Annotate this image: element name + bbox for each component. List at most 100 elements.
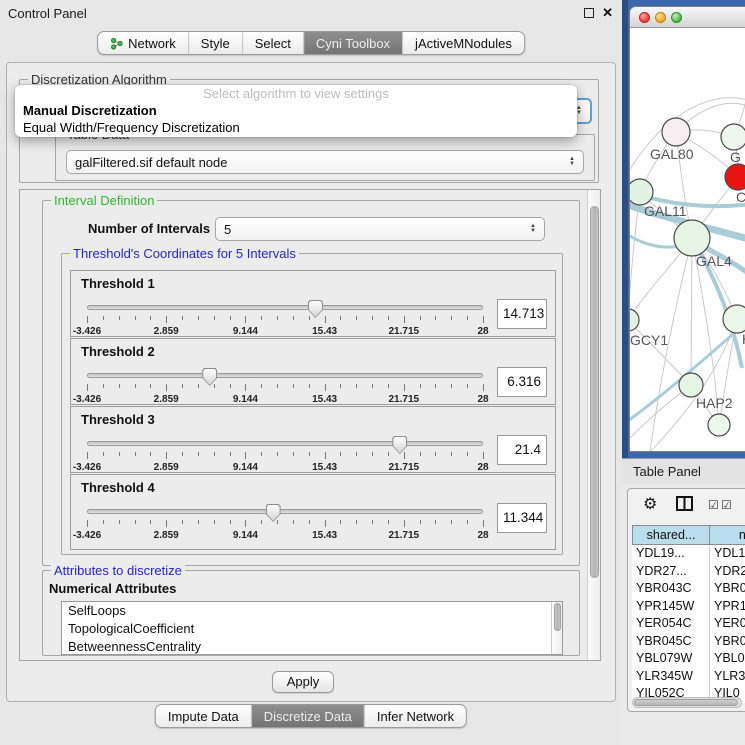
threshold-slider[interactable]: -3.4262.8599.14415.4321.71528 <box>87 299 483 339</box>
tick-label: 15.43 <box>312 326 337 337</box>
tick-label: 28 <box>477 462 488 473</box>
tick-mark <box>150 316 151 320</box>
checkbox-icon[interactable]: ☑ <box>721 498 732 512</box>
zoom-traffic-light-icon[interactable] <box>671 12 682 23</box>
slider-track[interactable] <box>87 373 483 378</box>
network-node[interactable] <box>708 414 730 436</box>
table-row[interactable]: YPR145WYPR1 <box>632 598 745 616</box>
threshold-label: Threshold 3 <box>81 412 155 427</box>
tick-mark <box>166 316 167 323</box>
tick-mark <box>182 316 183 320</box>
close-icon[interactable]: ✕ <box>602 5 613 21</box>
network-canvas[interactable]: GAL80GCGAL11GAL4GCY1HHAP2 <box>630 28 745 452</box>
network-node-hap2[interactable] <box>679 373 703 397</box>
network-node-gal80[interactable] <box>662 118 690 146</box>
slider-track[interactable] <box>87 509 483 514</box>
network-node-gal11[interactable] <box>630 179 653 205</box>
tab-style[interactable]: Style <box>188 32 242 54</box>
attribute-list-item[interactable]: BetweennessCentrality <box>62 638 562 655</box>
network-node-gcy1[interactable] <box>630 309 639 331</box>
tick-mark <box>293 520 294 524</box>
tick-mark <box>277 384 278 388</box>
threshold-slider[interactable]: -3.4262.8599.14415.4321.71528 <box>87 435 483 475</box>
tab-cyni-toolbox[interactable]: Cyni Toolbox <box>303 32 402 54</box>
node-table[interactable]: shared...nameYDL19...YDL1YDR27...YDR2YBR… <box>632 525 745 703</box>
list-scrollbar[interactable] <box>551 602 562 654</box>
tick-mark <box>420 452 421 456</box>
split-columns-icon[interactable] <box>676 496 693 514</box>
column-header[interactable]: name <box>710 525 745 545</box>
table-row[interactable]: YDL19...YDL1 <box>632 545 745 563</box>
table-panel-title: Table Panel <box>633 464 701 479</box>
panel-title: Control Panel <box>8 6 87 21</box>
network-window-titlebar[interactable] <box>630 7 745 28</box>
attribute-list-item[interactable]: SelfLoops <box>62 602 562 620</box>
tick-mark <box>388 384 389 388</box>
tick-label: -3.426 <box>73 530 101 541</box>
table-cell: YDL19... <box>632 545 710 563</box>
settings-scrollpane: Interval Definition Number of Intervals … <box>19 189 601 661</box>
scrollbar-thumb[interactable] <box>590 206 599 578</box>
algorithm-option[interactable]: Manual Discretization <box>15 102 577 119</box>
scrollbar-thumb[interactable] <box>634 699 738 706</box>
tick-mark <box>420 384 421 388</box>
table-row[interactable]: YLR345WYLR3 <box>632 668 745 686</box>
checkbox-icon[interactable]: ☑ <box>708 498 719 512</box>
tab-jactivemnodules[interactable]: jActiveMNodules <box>402 32 524 54</box>
threshold-value-field[interactable]: 11.344 <box>497 503 547 533</box>
slider-track[interactable] <box>87 441 483 446</box>
vertical-scrollbar[interactable] <box>587 190 600 660</box>
table-row[interactable]: YDR27...YDR2 <box>632 563 745 581</box>
threshold-value-field[interactable]: 6.316 <box>497 367 547 397</box>
tick-mark <box>87 452 88 459</box>
tick-mark <box>388 520 389 524</box>
network-edge <box>630 320 691 385</box>
tick-mark <box>245 452 246 459</box>
tick-label: -3.426 <box>73 462 101 473</box>
network-node-gal4[interactable] <box>674 220 710 256</box>
apply-button[interactable]: Apply <box>272 671 334 693</box>
tab-infer-network[interactable]: Infer Network <box>364 705 466 727</box>
tab-impute-data[interactable]: Impute Data <box>156 705 251 727</box>
tick-mark <box>388 452 389 456</box>
threshold-value-field[interactable]: 14.713 <box>497 299 547 329</box>
table-row[interactable]: YER054CYER0 <box>632 615 745 633</box>
network-node-c[interactable] <box>725 164 745 190</box>
tick-mark <box>325 384 326 391</box>
network-node-g[interactable] <box>721 124 745 150</box>
algorithm-option[interactable]: Equal Width/Frequency Discretization <box>15 119 577 136</box>
close-traffic-light-icon[interactable] <box>639 12 650 23</box>
threshold-slider[interactable]: -3.4262.8599.14415.4321.71528 <box>87 503 483 543</box>
tick-mark <box>309 316 310 320</box>
table-cell: YLR345W <box>632 668 710 686</box>
threshold-value-field[interactable]: 21.4 <box>497 435 547 465</box>
tick-mark <box>166 384 167 391</box>
num-intervals-combobox[interactable]: 5 ▲▼ <box>215 217 545 241</box>
table-row[interactable]: YBL079WYBL0 <box>632 650 745 668</box>
slider-track[interactable] <box>87 305 483 310</box>
gear-icon[interactable]: ⚙ <box>643 494 657 514</box>
network-node-h[interactable] <box>723 305 745 333</box>
tab-network[interactable]: Network <box>98 32 188 54</box>
table-data-combobox[interactable]: galFiltered.sif default node ▲▼ <box>66 150 584 174</box>
tick-mark <box>198 452 199 456</box>
column-header[interactable]: shared... <box>632 525 710 545</box>
attribute-list-item[interactable]: TopologicalCoefficient <box>62 620 562 638</box>
attributes-group: Attributes to discretize Numerical Attri… <box>42 570 580 656</box>
scrollbar-thumb[interactable] <box>554 603 561 631</box>
slider-ticks <box>87 520 483 528</box>
tick-mark <box>214 316 215 320</box>
tick-mark <box>451 384 452 388</box>
threshold-slider[interactable]: -3.4262.8599.14415.4321.71528 <box>87 367 483 407</box>
table-row[interactable]: YBR045CYBR0 <box>632 633 745 651</box>
table-row[interactable]: YBR043CYBR0 <box>632 580 745 598</box>
tab-select[interactable]: Select <box>242 32 303 54</box>
table-cell: YBL0 <box>710 650 745 668</box>
float-window-icon[interactable] <box>584 8 594 18</box>
tab-discretize-data[interactable]: Discretize Data <box>251 705 364 727</box>
table-cell: YER054C <box>632 615 710 633</box>
tick-mark <box>467 384 468 388</box>
threshold-label: Threshold 4 <box>81 480 155 495</box>
minimize-traffic-light-icon[interactable] <box>655 12 666 23</box>
horizontal-scrollbar[interactable] <box>632 697 742 708</box>
